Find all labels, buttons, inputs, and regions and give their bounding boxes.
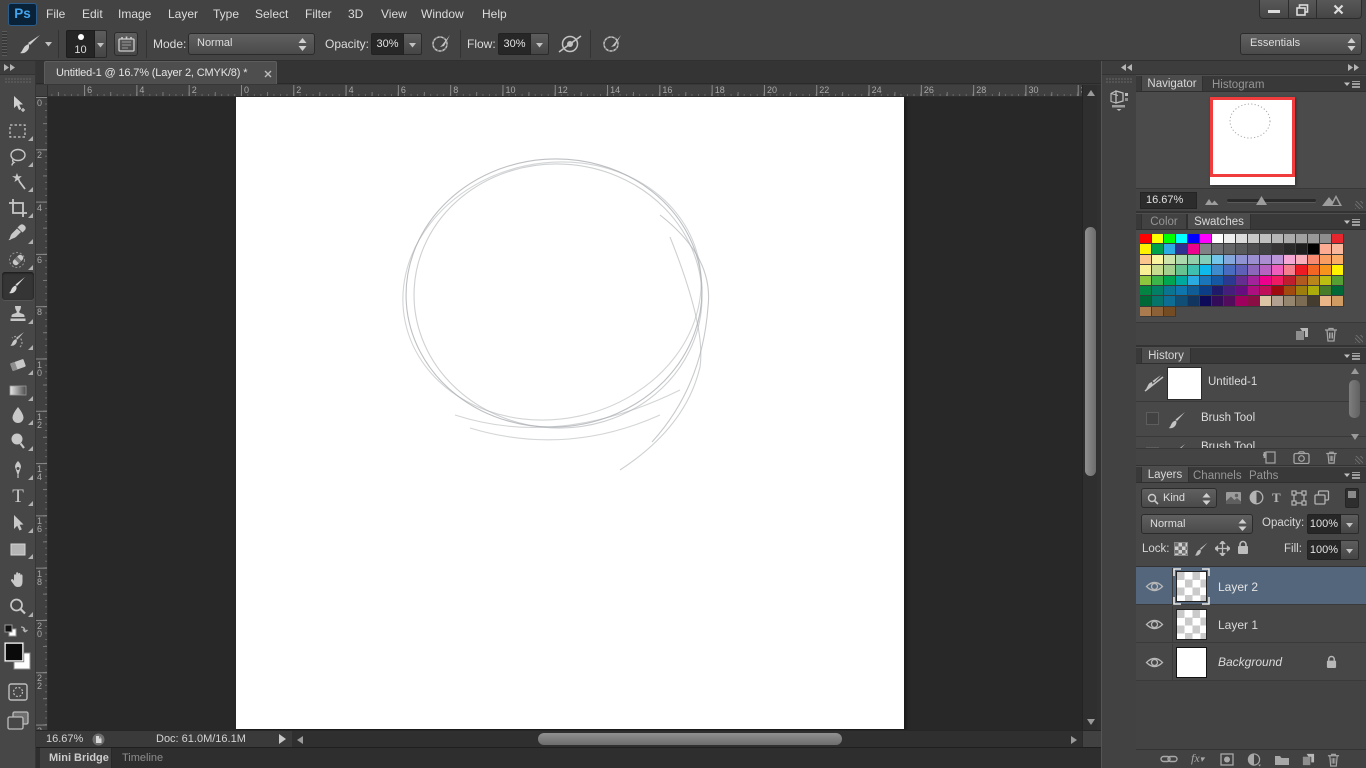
svg-text:T: T — [12, 486, 24, 506]
